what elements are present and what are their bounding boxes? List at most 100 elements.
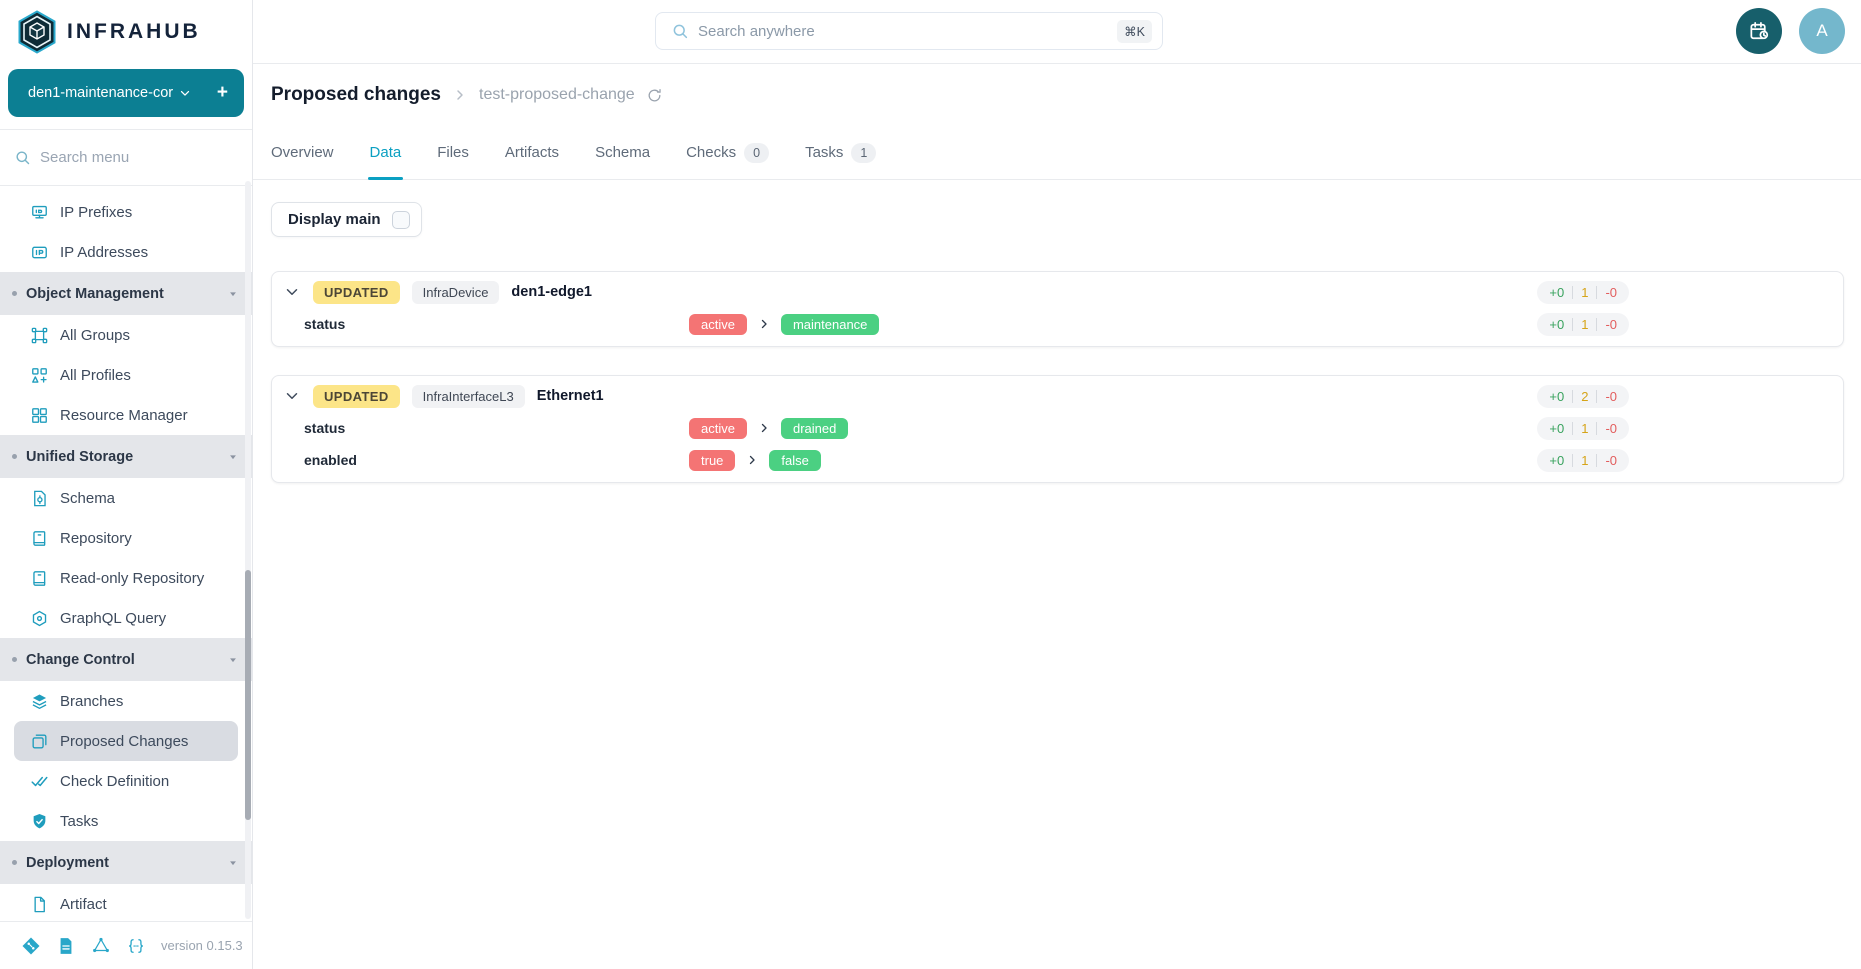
property-name: status [304, 316, 689, 332]
sidebar-item-tasks[interactable]: Tasks [0, 801, 252, 841]
sidebar-item-ip-addresses[interactable]: IP Addresses [0, 232, 252, 272]
check-definition-icon [30, 772, 49, 791]
chevron-right-icon [758, 422, 770, 434]
schema-icon [30, 489, 49, 508]
property-name: enabled [304, 452, 689, 468]
bullet-icon [12, 454, 17, 459]
tab-schema[interactable]: Schema [583, 126, 662, 179]
sidebar-item-ip-prefixes[interactable]: IP Prefixes [0, 192, 252, 232]
diff-content: Display main UPDATED InfraDevice den1-ed… [253, 180, 1861, 969]
property-name: status [304, 420, 689, 436]
version-label: version 0.15.3 [161, 938, 243, 953]
sidebar-item-readonly-repository[interactable]: Read-only Repository [0, 558, 252, 598]
tab-overview[interactable]: Overview [259, 126, 346, 179]
tasks-icon [30, 812, 49, 831]
display-main-toggle[interactable]: Display main [271, 202, 422, 237]
branch-name: den1-maintenance-cor [28, 85, 173, 101]
breadcrumb-current: test-proposed-change [479, 86, 635, 104]
branch-selector-row: den1-maintenance-cor + [0, 63, 252, 130]
sidebar-menu: IP Prefixes IP Addresses Object Manageme… [0, 186, 252, 921]
sidebar-item-branches[interactable]: Branches [0, 681, 252, 721]
refresh-icon[interactable] [646, 87, 663, 104]
page-header: Proposed changes test-proposed-change [253, 63, 1861, 126]
diff-counts: +01-0 [1537, 313, 1629, 336]
git-icon[interactable] [21, 936, 41, 956]
schedule-button[interactable] [1736, 8, 1782, 54]
infrahub-logo-icon [17, 10, 57, 54]
artifact-icon [30, 895, 49, 914]
tab-artifacts[interactable]: Artifacts [493, 126, 571, 179]
display-main-checkbox[interactable] [392, 211, 410, 229]
bullet-icon [12, 657, 17, 662]
diff-property-row[interactable]: status active maintenance +01-0 [272, 308, 1843, 340]
graphql-icon [30, 609, 49, 628]
diff-counts: +01-0 [1537, 281, 1629, 304]
graphql-sandbox-icon[interactable] [91, 936, 111, 956]
global-search-input[interactable] [698, 23, 1108, 40]
resource-manager-icon [30, 406, 49, 425]
sidebar-search [0, 130, 252, 186]
sidebar-section-change-control[interactable]: Change Control [0, 638, 252, 681]
action-badge: UPDATED [313, 281, 400, 304]
sidebar-section-deployment[interactable]: Deployment [0, 841, 252, 884]
diff-counts: +01-0 [1537, 417, 1629, 440]
branches-icon [30, 692, 49, 711]
chevron-right-icon [452, 87, 468, 103]
sidebar-item-repository[interactable]: Repository [0, 518, 252, 558]
swagger-braces-icon[interactable] [126, 936, 146, 956]
chevron-collapse-icon [228, 655, 238, 665]
sidebar-item-resource-manager[interactable]: Resource Manager [0, 395, 252, 435]
avatar[interactable]: A [1799, 8, 1845, 54]
diff-card-infrainterface: UPDATED InfraInterfaceL3 Ethernet1 +02-0… [271, 375, 1844, 483]
diff-card-header[interactable]: UPDATED InfraDevice den1-edge1 +01-0 [272, 276, 1843, 308]
sidebar-item-proposed-changes[interactable]: Proposed Changes [14, 721, 238, 761]
diff-property-row[interactable]: enabled true false +01-0 [272, 444, 1843, 476]
branch-selector[interactable]: den1-maintenance-cor + [8, 69, 244, 117]
ip-addresses-icon [30, 243, 49, 262]
sidebar-item-all-groups[interactable]: All Groups [0, 315, 252, 355]
proposed-changes-icon [30, 732, 49, 751]
sidebar-item-artifact[interactable]: Artifact [0, 884, 252, 921]
previous-value-badge: active [689, 418, 747, 439]
checks-count-badge: 0 [744, 143, 769, 163]
chevron-collapse-icon [228, 452, 238, 462]
chevron-down-icon[interactable] [283, 283, 301, 301]
docs-icon[interactable] [56, 936, 76, 956]
previous-value-badge: active [689, 314, 747, 335]
chevron-collapse-icon [228, 858, 238, 868]
chevron-down-icon[interactable] [283, 387, 301, 405]
profiles-icon [30, 366, 49, 385]
diff-card-infradevice: UPDATED InfraDevice den1-edge1 +01-0 sta… [271, 271, 1844, 347]
tab-bar: Overview Data Files Artifacts Schema Che… [253, 126, 1861, 180]
infrahub-logo[interactable]: INFRAHUB [0, 0, 252, 63]
sidebar-search-input[interactable] [40, 149, 239, 166]
diff-property-row[interactable]: status active drained +01-0 [272, 412, 1843, 444]
kind-badge: InfraInterfaceL3 [412, 385, 525, 408]
object-name: den1-edge1 [511, 284, 592, 300]
topbar: ⌘K A [253, 0, 1861, 63]
new-value-badge: maintenance [781, 314, 879, 335]
repository-icon [30, 529, 49, 548]
tab-checks[interactable]: Checks0 [674, 126, 781, 179]
search-icon [14, 149, 31, 166]
add-branch-button[interactable]: + [217, 82, 228, 104]
shortcut-badge: ⌘K [1117, 20, 1152, 43]
tab-data[interactable]: Data [358, 126, 414, 179]
object-name: Ethernet1 [537, 388, 604, 404]
diff-card-header[interactable]: UPDATED InfraInterfaceL3 Ethernet1 +02-0 [272, 380, 1843, 412]
sidebar-section-unified-storage[interactable]: Unified Storage [0, 435, 252, 478]
sidebar-item-schema[interactable]: Schema [0, 478, 252, 518]
sidebar-item-graphql-query[interactable]: GraphQL Query [0, 598, 252, 638]
sidebar-scrollbar-thumb[interactable] [245, 570, 251, 820]
sidebar-item-all-profiles[interactable]: All Profiles [0, 355, 252, 395]
action-badge: UPDATED [313, 385, 400, 408]
search-icon [671, 22, 689, 40]
tab-files[interactable]: Files [425, 126, 481, 179]
sidebar-section-object-management[interactable]: Object Management [0, 272, 252, 315]
chevron-right-icon [758, 318, 770, 330]
tab-tasks[interactable]: Tasks1 [793, 126, 888, 179]
logo-wordmark: INFRAHUB [67, 20, 201, 44]
breadcrumb-root[interactable]: Proposed changes [271, 84, 441, 106]
tasks-count-badge: 1 [851, 143, 876, 163]
sidebar-item-check-definition[interactable]: Check Definition [0, 761, 252, 801]
